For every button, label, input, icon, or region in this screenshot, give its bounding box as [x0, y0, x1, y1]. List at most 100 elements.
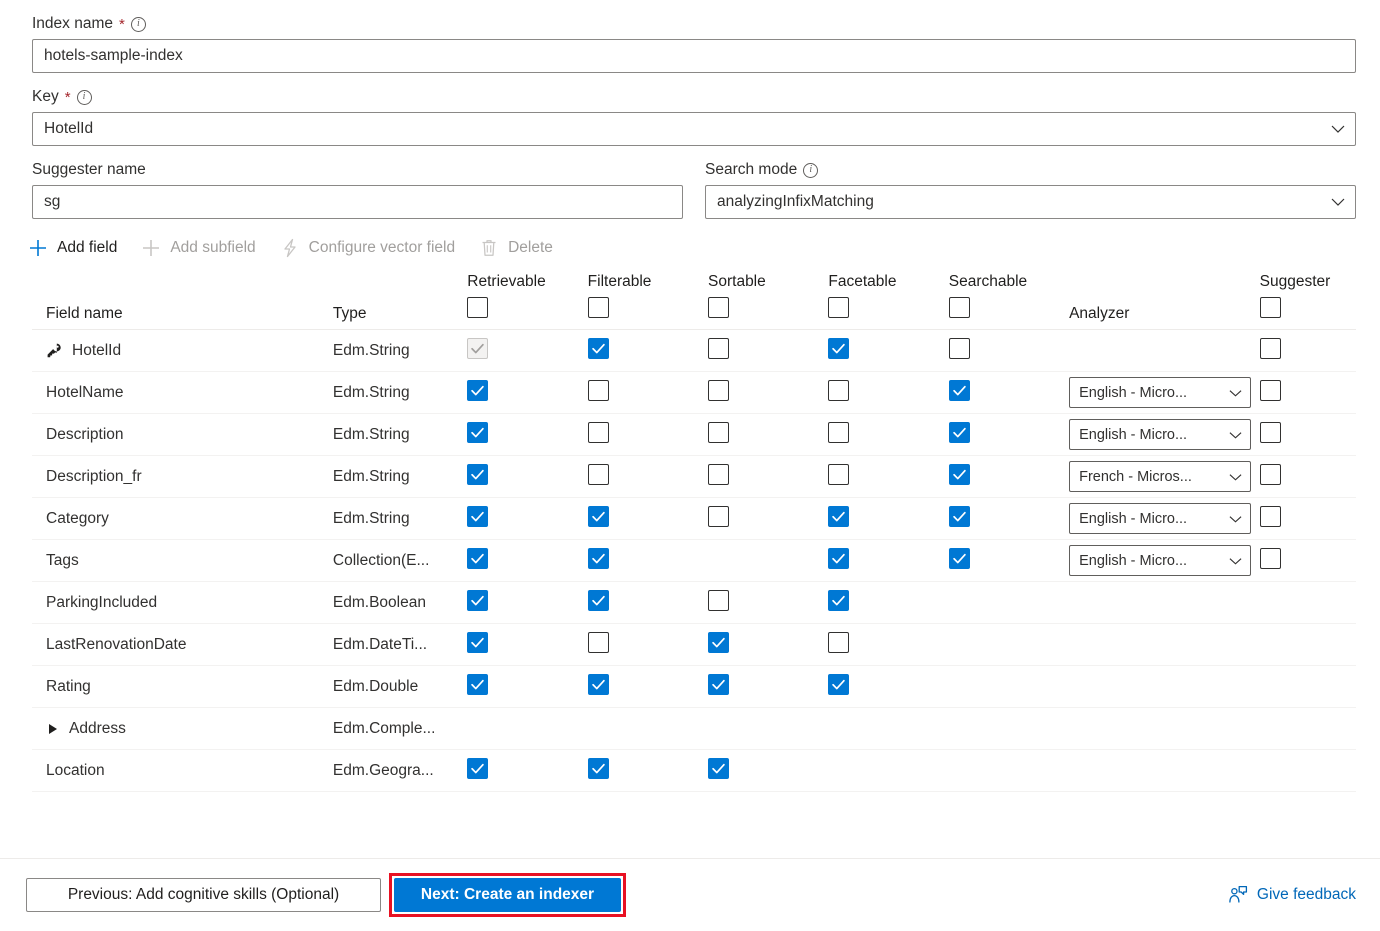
select-all-suggester-checkbox[interactable] [1260, 297, 1281, 318]
table-row[interactable]: LocationEdm.Geogra... [32, 750, 1356, 792]
select-all-sortable-checkbox[interactable] [708, 297, 729, 318]
cell-suggester [1260, 750, 1356, 792]
key-select[interactable]: HotelId [32, 112, 1356, 146]
expand-triangle-icon[interactable] [49, 724, 57, 734]
sortable-checkbox[interactable] [708, 674, 729, 695]
facetable-checkbox[interactable] [828, 632, 849, 653]
facetable-checkbox[interactable] [828, 590, 849, 611]
analyzer-select[interactable]: French - Micros... [1069, 461, 1251, 492]
sortable-checkbox[interactable] [708, 506, 729, 527]
suggester-checkbox[interactable] [1260, 422, 1281, 443]
cell-type: Edm.String [333, 456, 467, 498]
header-suggester-label: Suggester [1260, 273, 1356, 291]
suggester-checkbox[interactable] [1260, 506, 1281, 527]
key-label-row: Key * i [32, 87, 1356, 107]
give-feedback-link[interactable]: Give feedback [1228, 885, 1356, 905]
facetable-checkbox[interactable] [828, 548, 849, 569]
sortable-checkbox[interactable] [708, 422, 729, 443]
cell-analyzer: English - Micro... [1069, 498, 1260, 540]
analyzer-select[interactable]: English - Micro... [1069, 503, 1251, 534]
retrievable-checkbox[interactable] [467, 548, 488, 569]
filterable-checkbox[interactable] [588, 632, 609, 653]
select-all-facetable-checkbox[interactable] [828, 297, 849, 318]
filterable-checkbox[interactable] [588, 422, 609, 443]
table-row[interactable]: LastRenovationDateEdm.DateTi... [32, 624, 1356, 666]
table-row[interactable]: CategoryEdm.StringEnglish - Micro... [32, 498, 1356, 540]
cell-type: Edm.Geogra... [333, 750, 467, 792]
select-all-searchable-checkbox[interactable] [949, 297, 970, 318]
sortable-checkbox[interactable] [708, 632, 729, 653]
filterable-checkbox[interactable] [588, 506, 609, 527]
suggester-checkbox[interactable] [1260, 464, 1281, 485]
retrievable-checkbox[interactable] [467, 674, 488, 695]
retrievable-checkbox[interactable] [467, 590, 488, 611]
info-icon[interactable]: i [131, 17, 146, 32]
searchable-checkbox[interactable] [949, 548, 970, 569]
searchable-checkbox[interactable] [949, 464, 970, 485]
suggester-checkbox[interactable] [1260, 338, 1281, 359]
filterable-checkbox[interactable] [588, 674, 609, 695]
facetable-checkbox[interactable] [828, 422, 849, 443]
facetable-checkbox[interactable] [828, 464, 849, 485]
table-row[interactable]: AddressEdm.Comple... [32, 708, 1356, 750]
index-name-input[interactable]: hotels-sample-index [32, 39, 1356, 73]
field-name-label: Address [69, 720, 126, 738]
cell-suggester [1260, 498, 1356, 540]
table-row[interactable]: Description_frEdm.StringFrench - Micros.… [32, 456, 1356, 498]
filterable-checkbox[interactable] [588, 758, 609, 779]
searchable-checkbox[interactable] [949, 506, 970, 527]
facetable-checkbox[interactable] [828, 338, 849, 359]
header-field-name-label: Field name [46, 305, 333, 323]
analyzer-select[interactable]: English - Micro... [1069, 419, 1251, 450]
field-name-label: Description [46, 426, 124, 444]
sortable-checkbox[interactable] [708, 380, 729, 401]
filterable-checkbox[interactable] [588, 338, 609, 359]
retrievable-checkbox[interactable] [467, 506, 488, 527]
field-type-label: Collection(E... [333, 552, 429, 569]
filterable-checkbox[interactable] [588, 380, 609, 401]
info-icon[interactable]: i [803, 163, 818, 178]
cell-searchable [949, 498, 1069, 540]
suggester-name-input[interactable]: sg [32, 185, 683, 219]
analyzer-select[interactable]: English - Micro... [1069, 545, 1251, 576]
filterable-checkbox[interactable] [588, 464, 609, 485]
retrievable-checkbox[interactable] [467, 422, 488, 443]
facetable-checkbox[interactable] [828, 380, 849, 401]
select-all-filterable-checkbox[interactable] [588, 297, 609, 318]
sortable-checkbox[interactable] [708, 758, 729, 779]
table-row[interactable]: DescriptionEdm.StringEnglish - Micro... [32, 414, 1356, 456]
plus-icon [28, 238, 48, 258]
field-type-label: Edm.Geogra... [333, 762, 434, 779]
filterable-checkbox[interactable] [588, 548, 609, 569]
suggester-checkbox[interactable] [1260, 380, 1281, 401]
table-row[interactable]: RatingEdm.Double [32, 666, 1356, 708]
analyzer-select[interactable]: English - Micro... [1069, 377, 1251, 408]
table-row[interactable]: ParkingIncludedEdm.Boolean [32, 582, 1356, 624]
filterable-checkbox[interactable] [588, 590, 609, 611]
sortable-checkbox[interactable] [708, 590, 729, 611]
facetable-checkbox[interactable] [828, 674, 849, 695]
table-row[interactable]: TagsCollection(E...English - Micro... [32, 540, 1356, 582]
retrievable-checkbox[interactable] [467, 464, 488, 485]
add-field-button[interactable]: Add field [18, 233, 131, 263]
retrievable-checkbox[interactable] [467, 380, 488, 401]
table-row[interactable]: HotelIdEdm.String [32, 330, 1356, 372]
facetable-checkbox[interactable] [828, 506, 849, 527]
info-icon[interactable]: i [77, 90, 92, 105]
cell-field-name: ParkingIncluded [32, 582, 333, 624]
sortable-checkbox[interactable] [708, 338, 729, 359]
suggester-checkbox[interactable] [1260, 548, 1281, 569]
previous-step-button[interactable]: Previous: Add cognitive skills (Optional… [26, 878, 381, 912]
sortable-checkbox[interactable] [708, 464, 729, 485]
retrievable-checkbox[interactable] [467, 758, 488, 779]
search-mode-select[interactable]: analyzingInfixMatching [705, 185, 1356, 219]
cell-type: Edm.DateTi... [333, 624, 467, 666]
select-all-retrievable-checkbox[interactable] [467, 297, 488, 318]
next-step-button[interactable]: Next: Create an indexer [394, 878, 621, 912]
searchable-checkbox[interactable] [949, 380, 970, 401]
searchable-checkbox[interactable] [949, 422, 970, 443]
header-facetable-label: Facetable [828, 273, 948, 291]
retrievable-checkbox[interactable] [467, 632, 488, 653]
table-row[interactable]: HotelNameEdm.StringEnglish - Micro... [32, 372, 1356, 414]
searchable-checkbox[interactable] [949, 338, 970, 359]
